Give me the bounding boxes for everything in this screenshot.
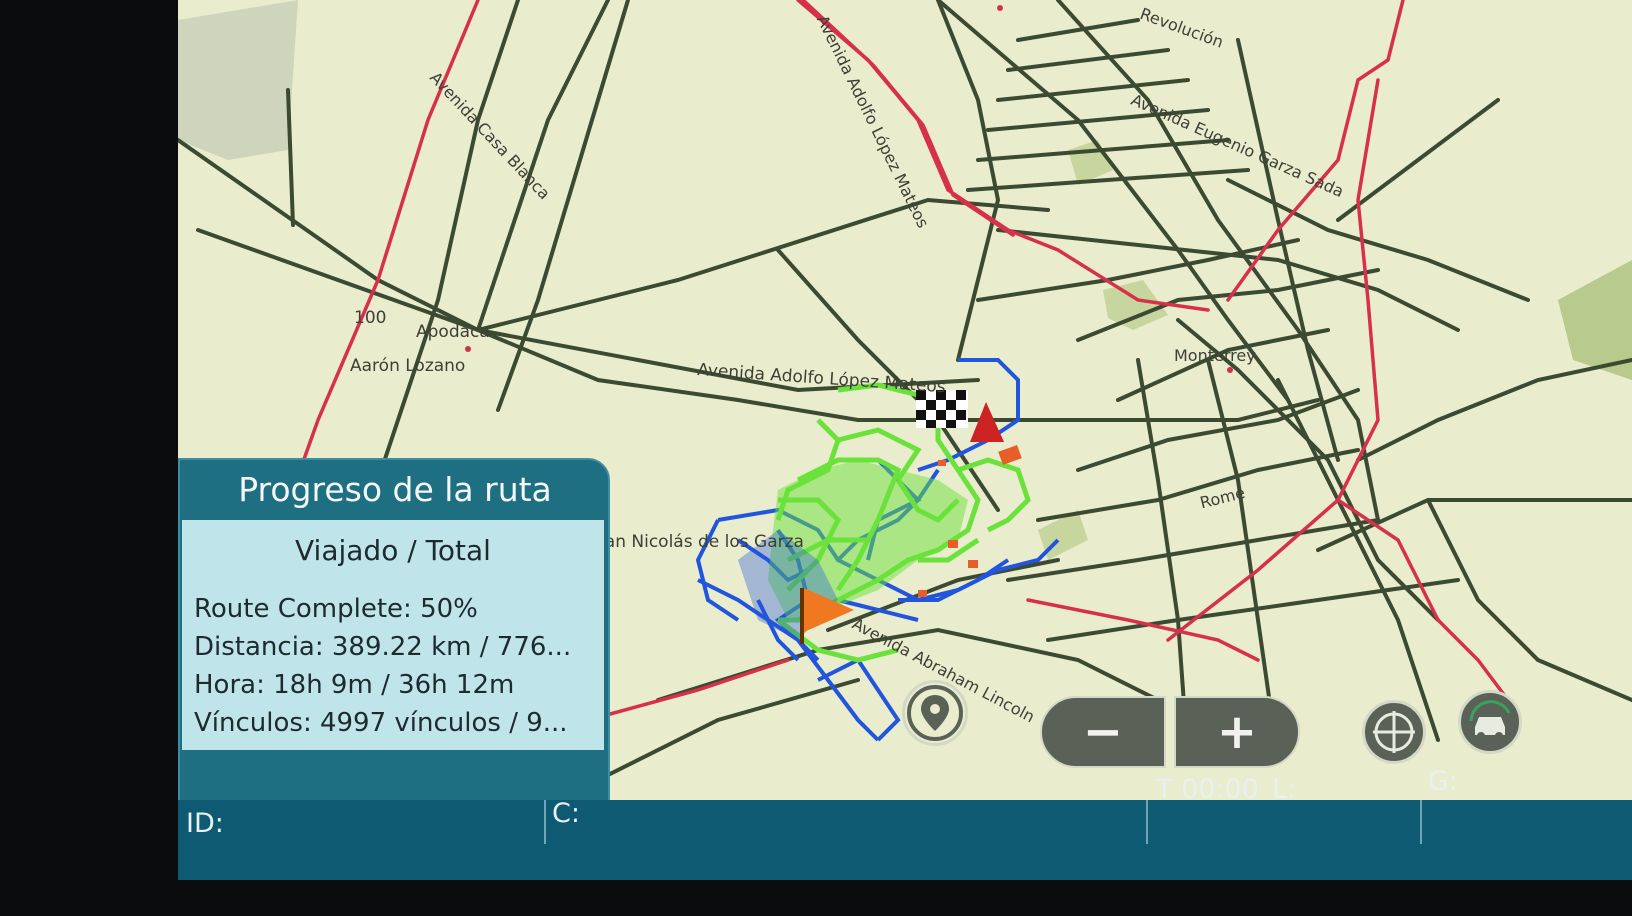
status-id: ID: — [186, 808, 224, 839]
panel-subtitle: Viajado / Total — [295, 534, 491, 567]
status-time: T 00:00 — [1156, 774, 1259, 805]
city-label: San Nicolás de los Garza — [594, 532, 804, 552]
status-divider — [1420, 800, 1422, 844]
street-label: Aarón Lozano — [350, 356, 466, 376]
recenter-button[interactable] — [1362, 700, 1426, 764]
vehicle-mode-button[interactable] — [1458, 690, 1522, 754]
map-pin-button[interactable] — [902, 680, 968, 746]
status-l: L: — [1272, 774, 1297, 805]
status-divider — [544, 800, 546, 844]
zoom-out-button[interactable]: − — [1040, 696, 1166, 768]
route-complete-text: Route Complete: 50% — [194, 594, 478, 624]
car-icon — [1469, 700, 1511, 740]
status-g: G: — [1428, 766, 1459, 797]
links-text: Vínculos: 4997 vínculos / 9... — [194, 708, 568, 738]
panel-title: Progreso de la ruta — [238, 469, 552, 509]
status-c: C: — [552, 798, 580, 829]
status-bar: ID: C: T 00:00 L: G: — [178, 766, 1632, 880]
time-text: Hora: 18h 9m / 36h 12m — [194, 670, 515, 700]
location-pin-icon — [907, 685, 963, 741]
navigation-screen: Avenida Casa Blanca Avenida Adolfo López… — [178, 0, 1632, 880]
distance-text: Distancia: 389.22 km / 776... — [194, 632, 572, 662]
street-label: 100 — [354, 308, 387, 328]
status-divider — [1146, 800, 1148, 844]
panel-body: Viajado / Total Route Complete: 50% Dist… — [182, 520, 604, 750]
crosshair-icon — [1373, 711, 1415, 753]
map-park-area — [178, 0, 298, 160]
street-label: Apodaca — [416, 322, 490, 342]
city-label: Monterrey — [1174, 346, 1256, 365]
route-progress-panel: Progreso de la ruta Viajado / Total Rout… — [178, 458, 610, 810]
map-park-area — [1103, 280, 1168, 330]
zoom-in-button[interactable]: + — [1174, 696, 1300, 768]
